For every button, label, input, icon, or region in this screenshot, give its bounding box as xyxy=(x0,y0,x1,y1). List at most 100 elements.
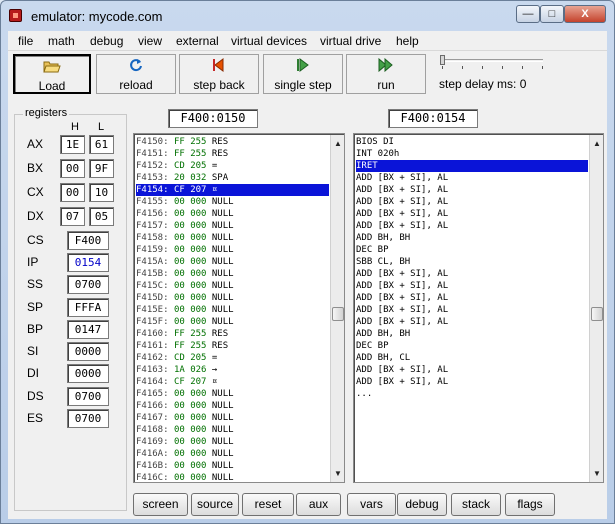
single-step-button[interactable]: single step xyxy=(263,54,343,94)
register-cs-value[interactable]: F400 xyxy=(67,231,109,250)
memory-scroll-thumb[interactable] xyxy=(332,307,344,321)
register-ss-value[interactable]: 0700 xyxy=(67,275,109,294)
memory-row[interactable]: F4159: 00 000 NULL xyxy=(136,244,329,256)
memory-row[interactable]: F4162: CD 205 = xyxy=(136,352,329,364)
minimize-button[interactable]: — xyxy=(516,5,540,23)
disassembly-row[interactable]: ADD [BX + SI], AL xyxy=(356,376,588,388)
menu-file[interactable]: file xyxy=(18,34,33,48)
disassembly-row[interactable]: IRET xyxy=(356,160,588,172)
scroll-up-icon[interactable]: ▲ xyxy=(590,136,603,151)
memory-row[interactable]: F4156: 00 000 NULL xyxy=(136,208,329,220)
register-es-value[interactable]: 0700 xyxy=(67,409,109,428)
memory-row[interactable]: F415F: 00 000 NULL xyxy=(136,316,329,328)
register-ax-high[interactable]: 1E xyxy=(60,135,85,154)
screen-button[interactable]: screen xyxy=(133,493,188,516)
disassembly-row[interactable]: ADD [BX + SI], AL xyxy=(356,304,588,316)
memory-row[interactable]: F415B: 00 000 NULL xyxy=(136,268,329,280)
memory-row[interactable]: F415C: 00 000 NULL xyxy=(136,280,329,292)
disassembly-scroll-thumb[interactable] xyxy=(591,307,603,321)
scroll-down-icon[interactable]: ▼ xyxy=(331,466,344,481)
register-si-value[interactable]: 0000 xyxy=(67,342,109,361)
flags-button[interactable]: flags xyxy=(505,493,555,516)
aux-button[interactable]: aux xyxy=(296,493,341,516)
disassembly-row[interactable]: ADD BH, BH xyxy=(356,328,588,340)
step-delay-slider-thumb[interactable] xyxy=(440,55,445,65)
disassembly-row[interactable]: ... xyxy=(356,388,588,400)
disassembly-address-field[interactable]: F400:0154 xyxy=(388,109,478,128)
disassembly-row[interactable]: ADD [BX + SI], AL xyxy=(356,292,588,304)
stack-button[interactable]: stack xyxy=(451,493,501,516)
disassembly-row[interactable]: ADD [BX + SI], AL xyxy=(356,364,588,376)
debug-button[interactable]: debug xyxy=(397,493,447,516)
memory-row[interactable]: F4155: 00 000 NULL xyxy=(136,196,329,208)
disassembly-row[interactable]: BIOS DI xyxy=(356,136,588,148)
menu-help[interactable]: help xyxy=(396,34,419,48)
disassembly-row[interactable]: ADD [BX + SI], AL xyxy=(356,316,588,328)
register-bx-low[interactable]: 9F xyxy=(89,159,114,178)
memory-row[interactable]: F416B: 00 000 NULL xyxy=(136,460,329,472)
memory-address-field[interactable]: F400:0150 xyxy=(168,109,258,128)
menu-virtual-devices[interactable]: virtual devices xyxy=(231,34,307,48)
memory-row[interactable]: F416C: 00 000 NULL xyxy=(136,472,329,482)
memory-row[interactable]: F4153: 20 032 SPA xyxy=(136,172,329,184)
memory-row[interactable]: F4166: 00 000 NULL xyxy=(136,400,329,412)
memory-row[interactable]: F4151: FF 255 RES xyxy=(136,148,329,160)
register-ip-value[interactable]: 0154 xyxy=(67,253,109,272)
memory-scrollbar[interactable]: ▲ ▼ xyxy=(330,135,344,482)
menu-virtual-drive[interactable]: virtual drive xyxy=(320,34,381,48)
menu-math[interactable]: math xyxy=(48,34,75,48)
memory-row[interactable]: F4164: CF 207 ¤ xyxy=(136,376,329,388)
disassembly-row[interactable]: ADD [BX + SI], AL xyxy=(356,172,588,184)
vars-button[interactable]: vars xyxy=(347,493,396,516)
disassembly-row[interactable]: DEC BP xyxy=(356,340,588,352)
memory-row[interactable]: F415A: 00 000 NULL xyxy=(136,256,329,268)
memory-row[interactable]: F4160: FF 255 RES xyxy=(136,328,329,340)
register-sp-value[interactable]: FFFA xyxy=(67,298,109,317)
menu-debug[interactable]: debug xyxy=(90,34,123,48)
disassembly-row[interactable]: ADD [BX + SI], AL xyxy=(356,220,588,232)
disassembly-row[interactable]: ADD BH, CL xyxy=(356,352,588,364)
disassembly-row[interactable]: ADD [BX + SI], AL xyxy=(356,208,588,220)
memory-row[interactable]: F415E: 00 000 NULL xyxy=(136,304,329,316)
memory-row[interactable]: F4165: 00 000 NULL xyxy=(136,388,329,400)
scroll-up-icon[interactable]: ▲ xyxy=(331,136,344,151)
disassembly-row[interactable]: SBB CL, BH xyxy=(356,256,588,268)
register-bp-value[interactable]: 0147 xyxy=(67,320,109,339)
memory-row[interactable]: F415D: 00 000 NULL xyxy=(136,292,329,304)
menu-view[interactable]: view xyxy=(138,34,162,48)
register-di-value[interactable]: 0000 xyxy=(67,364,109,383)
close-button[interactable]: X xyxy=(564,5,606,23)
memory-row[interactable]: F4169: 00 000 NULL xyxy=(136,436,329,448)
disassembly-scrollbar[interactable]: ▲ ▼ xyxy=(589,135,603,482)
memory-row[interactable]: F4168: 00 000 NULL xyxy=(136,424,329,436)
register-dx-high[interactable]: 07 xyxy=(60,207,85,226)
memory-row[interactable]: F4158: 00 000 NULL xyxy=(136,232,329,244)
disassembly-list[interactable]: BIOS DI INT 020h IRET ADD [BX + SI], AL ADD … xyxy=(353,133,604,483)
disassembly-row[interactable]: ADD [BX + SI], AL xyxy=(356,268,588,280)
memory-row[interactable]: F4167: 00 000 NULL xyxy=(136,412,329,424)
memory-row[interactable]: F4157: 00 000 NULL xyxy=(136,220,329,232)
register-ax-low[interactable]: 61 xyxy=(89,135,114,154)
memory-row[interactable]: F4154: CF 207 ¤ xyxy=(136,184,329,196)
step-delay-slider-track[interactable] xyxy=(441,59,543,62)
disassembly-row[interactable]: ADD [BX + SI], AL xyxy=(356,196,588,208)
register-cx-high[interactable]: 00 xyxy=(60,183,85,202)
memory-row[interactable]: F4161: FF 255 RES xyxy=(136,340,329,352)
load-button[interactable]: Load xyxy=(13,54,91,94)
reset-button[interactable]: reset xyxy=(242,493,294,516)
title-bar[interactable]: emulator: mycode.com — □ X xyxy=(1,1,614,31)
register-ds-value[interactable]: 0700 xyxy=(67,387,109,406)
memory-row[interactable]: F4163: 1A 026 → xyxy=(136,364,329,376)
disassembly-row[interactable]: DEC BP xyxy=(356,244,588,256)
register-cx-low[interactable]: 10 xyxy=(89,183,114,202)
disassembly-row[interactable]: ADD [BX + SI], AL xyxy=(356,280,588,292)
maximize-button[interactable]: □ xyxy=(540,5,564,23)
disassembly-row[interactable]: INT 020h xyxy=(356,148,588,160)
register-dx-low[interactable]: 05 xyxy=(89,207,114,226)
register-bx-high[interactable]: 00 xyxy=(60,159,85,178)
run-button[interactable]: run xyxy=(346,54,426,94)
source-button[interactable]: source xyxy=(191,493,239,516)
disassembly-row[interactable]: ADD BH, BH xyxy=(356,232,588,244)
scroll-down-icon[interactable]: ▼ xyxy=(590,466,603,481)
disassembly-row[interactable]: ADD [BX + SI], AL xyxy=(356,184,588,196)
